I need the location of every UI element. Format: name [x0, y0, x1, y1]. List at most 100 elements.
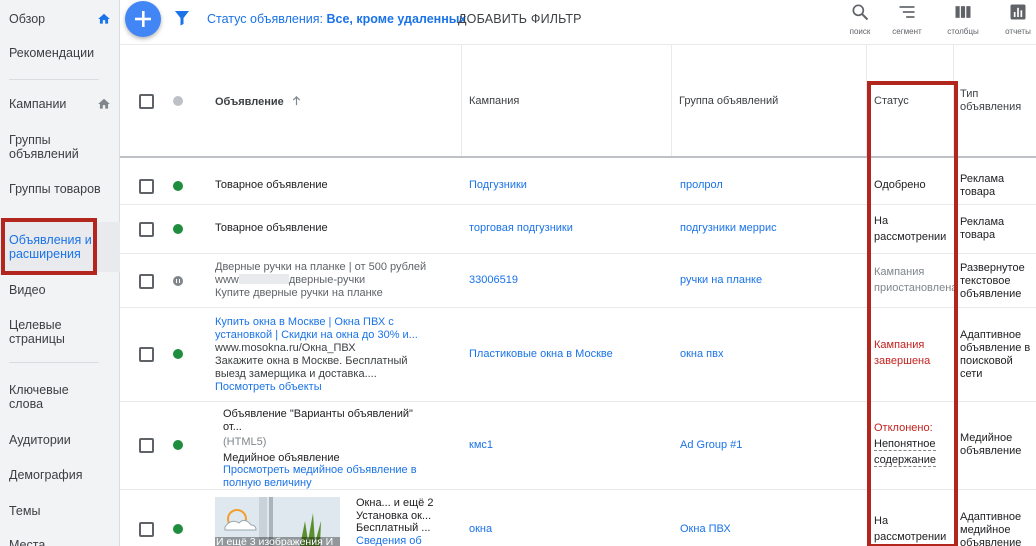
- segment-icon: [899, 6, 915, 18]
- columns-tool[interactable]: столбцы: [943, 2, 983, 36]
- tool-label: отчеты: [1005, 27, 1031, 36]
- column-divider: [671, 45, 672, 156]
- sidebar-item-overview[interactable]: Обзор: [0, 12, 120, 28]
- sidebar-item-video[interactable]: Видео: [0, 283, 120, 297]
- campaign-link[interactable]: 33006519: [469, 274, 518, 287]
- filter-value: Все, кроме удаленных: [326, 12, 467, 26]
- sidebar-item-label: Ключевые слова: [9, 383, 69, 411]
- campaign-link[interactable]: окна: [469, 523, 492, 536]
- status-dot-header: [173, 96, 183, 106]
- ad-description: Купите дверные ручки на планке: [215, 287, 383, 299]
- sidebar-item-label: Темы: [9, 504, 41, 518]
- ad-cell: Объявление "Варианты объявлений" от... (…: [223, 408, 423, 489]
- ad-url-prefix: www: [215, 274, 239, 286]
- view-objects-link[interactable]: Посмотреть объекты: [215, 381, 420, 394]
- adgroup-link[interactable]: подгузники меррис: [680, 222, 777, 235]
- type-cell: Реклама товара: [960, 173, 1005, 198]
- image-caption: И ещё 3 изображения И: [216, 536, 334, 546]
- search-tool[interactable]: поиск: [840, 2, 880, 36]
- ad-description: Закажите окна в Москве. Бесплатный выезд…: [215, 355, 408, 380]
- sort-arrow-up-icon[interactable]: [291, 95, 302, 106]
- status-dot-enabled[interactable]: [173, 524, 183, 534]
- home-icon: [98, 98, 110, 109]
- campaign-link[interactable]: Пластиковые окна в Москве: [469, 348, 613, 361]
- adgroup-link[interactable]: Ad Group #1: [680, 439, 742, 452]
- campaign-link[interactable]: торговая подгузники: [469, 222, 573, 235]
- view-display-ad-link[interactable]: Просмотреть медийное объявление в полную…: [223, 464, 423, 489]
- filter-prefix: Статус объявления:: [207, 12, 323, 26]
- column-header-campaign[interactable]: Кампания: [469, 95, 519, 108]
- sidebar-item-audiences[interactable]: Аудитории: [0, 433, 120, 447]
- status-dot-enabled[interactable]: [173, 349, 183, 359]
- ad-image-thumbnail[interactable]: И ещё 3 изображения И: [215, 497, 340, 546]
- ad-display-url: www.mosokna.ru/Окна_ПВХ: [215, 342, 356, 354]
- sidebar-item-topics[interactable]: Темы: [0, 504, 120, 518]
- reports-tool[interactable]: отчеты: [998, 2, 1036, 36]
- columns-icon: [955, 6, 971, 18]
- sidebar-item-label: Рекомендации: [9, 46, 95, 60]
- type-cell: Медийное объявление: [960, 432, 1022, 457]
- ad-headline-link[interactable]: Купить окна в Москве | Окна ПВХ с устано…: [215, 316, 420, 342]
- campaign-link[interactable]: кмс1: [469, 439, 493, 452]
- column-header-ad[interactable]: Объявление: [215, 95, 302, 109]
- type-cell: Развернутое текстовое объявление: [960, 262, 1025, 300]
- type-cell: Адаптивное медийное объявление: [960, 511, 1022, 546]
- ad-cell: Товарное объявление: [215, 179, 328, 191]
- sidebar-item-adgroups[interactable]: Группы объявлений: [0, 133, 80, 161]
- ad-kind: Медийное объявление: [223, 451, 340, 464]
- row-checkbox[interactable]: [139, 274, 154, 289]
- column-header-type[interactable]: Тип объявления: [960, 88, 1034, 114]
- nav-divider: [9, 79, 99, 80]
- sidebar-item-keywords[interactable]: Ключевые слова: [0, 383, 80, 411]
- column-header-adgroup[interactable]: Группа объявлений: [679, 95, 778, 108]
- sidebar-item-landing-pages[interactable]: Целевые страницы: [0, 318, 80, 346]
- row-checkbox[interactable]: [139, 179, 154, 194]
- sidebar-item-label: Аудитории: [9, 433, 71, 447]
- sidebar-item-demographics[interactable]: Демография: [0, 468, 120, 482]
- row-checkbox[interactable]: [139, 347, 154, 362]
- filter-icon[interactable]: [174, 10, 190, 26]
- reports-icon: [1010, 4, 1026, 20]
- adgroup-link[interactable]: окна пвх: [680, 348, 723, 361]
- campaign-link[interactable]: Подгузники: [469, 179, 527, 192]
- ad-cell: Купить окна в Москве | Окна ПВХ с устано…: [215, 316, 420, 394]
- tool-label: поиск: [849, 27, 871, 36]
- ad-title: Объявление "Варианты объявлений" от...: [223, 408, 413, 433]
- row-checkbox[interactable]: [139, 438, 154, 453]
- sidebar-item-label: Видео: [9, 283, 46, 297]
- status-dot-enabled[interactable]: [173, 181, 183, 191]
- row-checkbox[interactable]: [139, 222, 154, 237]
- status-dot-enabled[interactable]: [173, 440, 183, 450]
- header-label: Объявление: [215, 96, 284, 108]
- sidebar-item-product-groups[interactable]: Группы товаров: [0, 182, 120, 196]
- select-all-checkbox[interactable]: [139, 94, 154, 109]
- ad-url: www дверные-ручки: [215, 274, 455, 287]
- segment-tool[interactable]: сегмент: [887, 2, 927, 36]
- ad-headline-2: Установка ок...: [356, 509, 432, 522]
- ad-cell: Дверные ручки на планке | от 500 рублей …: [215, 261, 455, 300]
- sidebar-item-recommendations[interactable]: Рекомендации: [0, 46, 120, 60]
- sidebar-item-label: Группы объявлений: [9, 133, 79, 161]
- adgroup-link[interactable]: Окна ПВХ: [680, 523, 731, 536]
- home-icon: [98, 13, 110, 24]
- header-top-border: [120, 44, 1036, 45]
- tool-label: сегмент: [892, 27, 922, 36]
- row-checkbox[interactable]: [139, 522, 154, 537]
- add-button[interactable]: [125, 1, 161, 37]
- sidebar-item-label: Обзор: [9, 12, 46, 26]
- sidebar-item-campaigns[interactable]: Кампании: [0, 97, 120, 113]
- sidebar-item-label: Кампании: [9, 97, 67, 111]
- add-filter-button[interactable]: ДОБАВИТЬ ФИЛЬТР: [458, 12, 582, 26]
- adgroup-link[interactable]: ручки на планке: [680, 274, 762, 287]
- type-cell: Реклама товара: [960, 216, 1005, 241]
- status-dot-enabled[interactable]: [173, 224, 183, 234]
- ad-format: (HTML5): [223, 436, 267, 448]
- status-filter-chip[interactable]: Статус объявления: Все, кроме удаленных: [207, 12, 466, 26]
- adgroup-link[interactable]: пролрол: [680, 179, 723, 192]
- status-dot-paused[interactable]: [173, 276, 183, 286]
- sidebar-item-placements[interactable]: Места: [0, 538, 120, 546]
- sidebar-item-label: Демография: [9, 468, 83, 482]
- ad-details-link[interactable]: Сведения об: [356, 535, 446, 546]
- sidebar-item-label: Целевые страницы: [9, 318, 65, 346]
- nav-divider: [9, 362, 99, 363]
